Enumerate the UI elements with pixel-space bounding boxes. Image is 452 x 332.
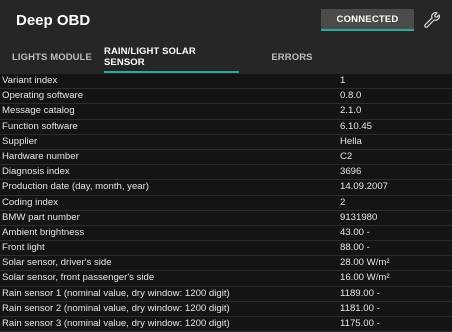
table-row: Variant index 1: [0, 74, 452, 90]
tab-bar: LIGHTS MODULE RAIN/LIGHT SOLAR SENSOR ER…: [0, 40, 452, 74]
table-row: BMW part number 9131980: [0, 211, 452, 226]
row-value: 28.00 W/m²: [340, 257, 390, 269]
row-value: 1181.00 -: [340, 302, 380, 314]
row-label: Rain sensor 2 (nominal value, dry window…: [2, 302, 230, 314]
table-row: Solar sensor, driver's side 28.00 W/m²: [0, 256, 452, 272]
tab-lights-module[interactable]: LIGHTS MODULE: [0, 40, 104, 74]
row-label: Solar sensor, driver's side: [2, 257, 112, 269]
row-label: Supplier: [2, 135, 38, 147]
row-value: 3696: [340, 166, 362, 178]
table-row: Message catalog 2.1.0: [0, 104, 452, 120]
row-value: 14.09.2007: [340, 181, 389, 193]
row-label: Variant index: [2, 75, 58, 86]
tab-rain-light-solar-sensor[interactable]: RAIN/LIGHT SOLAR SENSOR: [104, 40, 239, 74]
row-label: Hardware number: [2, 150, 79, 162]
app-bar: Deep OBD CONNECTED: [0, 0, 452, 40]
table-row: Ambient brightness 43.00 -: [0, 226, 452, 242]
row-label: Front light: [2, 242, 45, 254]
sensor-data-table: Variant index 1 Operating software 0.8.0 Mes…: [0, 74, 452, 332]
row-value: 88.00 -: [340, 242, 370, 254]
table-row: Rain sensor 3 (nominal value, dry window…: [0, 317, 452, 332]
row-value: 6.10.45: [340, 120, 373, 132]
row-label: Coding index: [2, 196, 59, 208]
row-label: BMW part number: [2, 211, 80, 223]
table-row: Coding index 2: [0, 196, 452, 211]
app-title: Deep OBD: [16, 12, 91, 29]
row-value: 2.1.0: [340, 105, 362, 117]
row-value: C2: [340, 150, 353, 162]
table-row: Rain sensor 1 (nominal value, dry window…: [0, 287, 452, 302]
row-label: Solar sensor, front passenger's side: [2, 272, 155, 284]
table-row: Production date (day, month, year) 14.09.…: [0, 180, 452, 196]
row-value: Hella: [340, 135, 362, 147]
row-value: 1: [340, 75, 346, 86]
table-row: Function software 6.10.45: [0, 120, 452, 135]
wrench-icon[interactable]: [423, 11, 441, 29]
table-row: Hardware number C2: [0, 150, 452, 166]
table-row: Rain sensor 2 (nominal value, dry window…: [0, 302, 452, 317]
row-value: 16.00 W/m²: [340, 272, 390, 284]
table-row: Front light 88.00 -: [0, 241, 452, 257]
row-value: 1175.00 -: [340, 318, 380, 329]
row-value: 1189.00 -: [340, 287, 380, 299]
row-label: Operating software: [2, 90, 84, 102]
row-label: Message catalog: [2, 105, 75, 117]
table-row: Diagnosis index 3696: [0, 165, 452, 181]
row-value: 0.8.0: [340, 90, 362, 102]
row-label: Diagnosis index: [2, 166, 70, 178]
row-label: Ambient brightness: [2, 226, 85, 238]
table-row: Solar sensor, front passenger's side 16.0…: [0, 271, 452, 287]
row-label: Function software: [2, 120, 78, 132]
row-value: 9131980: [340, 211, 378, 223]
row-value: 43.00 -: [340, 226, 370, 238]
tab-errors[interactable]: ERRORS: [239, 40, 345, 74]
row-label: Rain sensor 1 (nominal value, dry window…: [2, 287, 230, 299]
row-value: 2: [340, 196, 346, 208]
active-tab-indicator: [104, 71, 239, 73]
table-row: Operating software 0.8.0: [0, 89, 452, 105]
connect-button[interactable]: CONNECTED: [321, 9, 414, 31]
row-label: Production date (day, month, year): [2, 181, 150, 193]
table-row: Supplier Hella: [0, 135, 452, 150]
row-label: Rain sensor 3 (nominal value, dry window…: [2, 318, 230, 329]
